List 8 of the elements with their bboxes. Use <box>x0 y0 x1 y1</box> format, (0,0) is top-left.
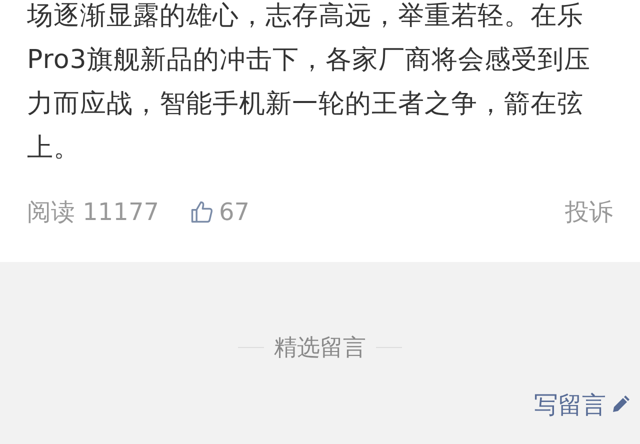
report-link[interactable]: 投诉 <box>565 196 613 228</box>
like-count: 67 <box>218 198 250 226</box>
read-count: 阅读 11177 <box>27 197 159 228</box>
article-paragraph: 场逐渐显露的雄心，志存高远，举重若轻。在乐Pro3旗舰新品的冲击下，各家厂商将会感受到压力而应战，智能手机新一轮的王者之争，箭在弦上。 <box>27 0 592 165</box>
comments-heading: 精选留言 <box>274 334 366 363</box>
pencil-icon <box>610 395 630 415</box>
write-comment-button[interactable]: 写留言 <box>534 389 630 421</box>
thumbs-up-icon[interactable] <box>188 199 215 225</box>
